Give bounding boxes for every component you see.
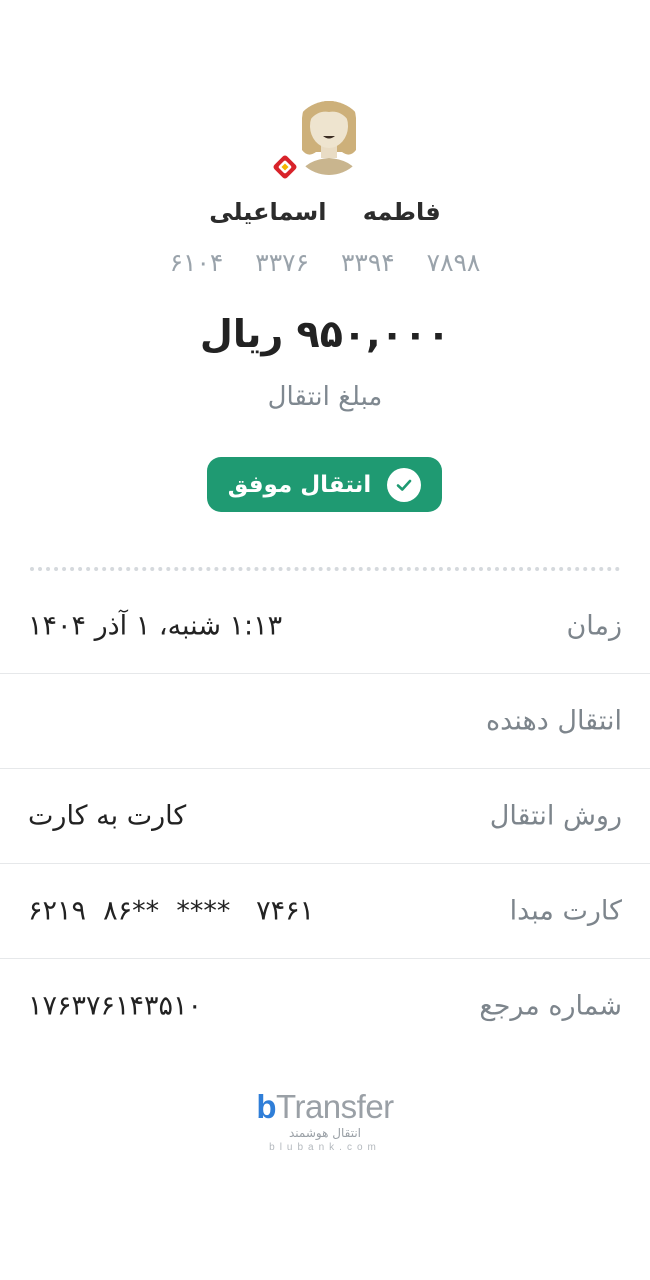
person-avatar-icon bbox=[292, 101, 366, 175]
detail-key: انتقال دهنده bbox=[486, 705, 622, 736]
status-label: انتقال موفق bbox=[227, 471, 372, 498]
bank-logo-icon bbox=[270, 152, 300, 182]
brand-subtitle: انتقال هوشمند bbox=[289, 1126, 361, 1140]
dotted-divider bbox=[30, 567, 620, 571]
recipient-card-number: ۶۱۰۴ ۳۳۷۶ ۳۳۹۴ ۷۸۹۸ bbox=[0, 248, 650, 277]
detail-key: زمان bbox=[566, 610, 622, 641]
detail-row-time: زمان ۱:۱۳ شنبه، ۱ آذر ۱۴۰۴ bbox=[0, 578, 650, 674]
recipient-name: فاطمه اسماعیلی bbox=[0, 198, 650, 226]
detail-value: ۶۲۱۹ ۸۶** **** ۷۴۶۱ bbox=[28, 895, 315, 926]
brand-site: blubank.com bbox=[269, 1142, 381, 1153]
detail-key: شماره مرجع bbox=[479, 990, 622, 1021]
detail-value: کارت به کارت bbox=[28, 800, 187, 831]
detail-value: ۱۷۶۳۷۶۱۴۳۵۱۰ bbox=[28, 990, 203, 1021]
status-badge: انتقال موفق bbox=[207, 457, 442, 512]
recipient-avatar bbox=[271, 88, 368, 188]
transfer-amount-caption: مبلغ انتقال bbox=[267, 382, 383, 412]
brand-footer: bTransfer انتقال هوشمند blubank.com bbox=[0, 1088, 650, 1153]
card-group: ۶۱۰۴ bbox=[169, 248, 224, 277]
detail-row-reference: شماره مرجع ۱۷۶۳۷۶۱۴۳۵۱۰ bbox=[0, 958, 650, 1053]
detail-key: روش انتقال bbox=[489, 800, 622, 831]
detail-row-method: روش انتقال کارت به کارت bbox=[0, 768, 650, 864]
card-group: ۳۳۷۶ bbox=[255, 248, 310, 277]
card-group: ۳۳۹۴ bbox=[340, 248, 395, 277]
brand-logo: bTransfer bbox=[256, 1088, 394, 1125]
detail-row-source-card: کارت مبدا ۶۲۱۹ ۸۶** **** ۷۴۶۱ bbox=[0, 863, 650, 959]
detail-value: ۱:۱۳ شنبه، ۱ آذر ۱۴۰۴ bbox=[28, 610, 283, 641]
card-group: ۷۸۹۸ bbox=[426, 248, 481, 277]
check-circle-icon bbox=[387, 467, 422, 502]
recipient-last-name: اسماعیلی bbox=[209, 198, 327, 226]
transfer-amount: ۹۵۰,۰۰۰ ریال bbox=[199, 312, 451, 356]
detail-key: کارت مبدا bbox=[509, 895, 622, 926]
recipient-first-name: فاطمه bbox=[362, 198, 441, 226]
detail-row-sender: انتقال دهنده bbox=[0, 673, 650, 769]
